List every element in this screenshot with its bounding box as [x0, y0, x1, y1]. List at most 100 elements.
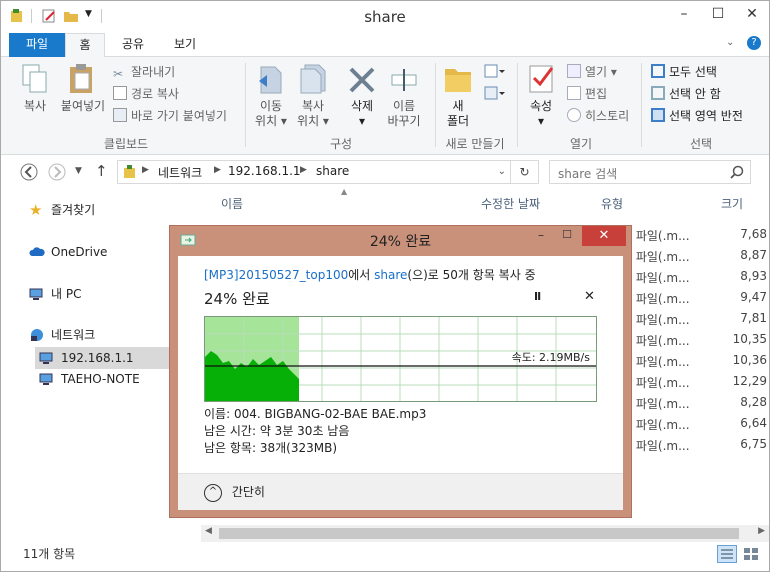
new-folder-button[interactable]: 새 폴더 [438, 99, 478, 129]
edit-button[interactable]: 편집 [567, 85, 607, 103]
maximize-button[interactable]: ☐ [703, 2, 733, 28]
horizontal-scrollbar[interactable]: ◀ ▶ [201, 525, 769, 542]
history-button[interactable]: 히스토리 [567, 107, 629, 125]
paste-icon [70, 64, 92, 93]
invert-selection-button[interactable]: 선택 영역 반전 [651, 107, 743, 125]
edit-label: 편집 [585, 87, 608, 101]
rename-label: 이름 [392, 99, 416, 113]
title-bar: ▼ share – ☐ ✕ [1, 1, 769, 33]
minimize-button[interactable]: – [669, 2, 699, 28]
scroll-left-icon[interactable]: ◀ [205, 526, 212, 536]
transfer-graph: 속도: 2.19MB/s [204, 316, 597, 402]
address-bar[interactable]: ▶ 네트워크 ▶ 192.168.1.1 ▶ share ⌄ [117, 160, 511, 184]
tab-file[interactable]: 파일 [9, 33, 65, 57]
new-item-icon[interactable] [483, 63, 505, 79]
delete-button[interactable]: 삭제 ▾ [342, 99, 382, 129]
collapse-label: 간단히 [231, 485, 265, 499]
scroll-right-icon[interactable]: ▶ [758, 526, 765, 536]
destination-folder-link[interactable]: share [374, 268, 407, 282]
cut-button[interactable]: ✂ 잘라내기 [113, 63, 175, 81]
tab-share[interactable]: 공유 [113, 33, 153, 57]
transfer-speed: 속도: 2.19MB/s [511, 351, 590, 364]
easy-access-icon[interactable] [483, 85, 505, 101]
copy-to-button[interactable]: 복사 위치 ▾ [293, 99, 333, 129]
computer-icon [39, 352, 53, 364]
group-open-label: 열기 [569, 137, 593, 151]
cancel-copy-button[interactable]: ✕ [584, 289, 595, 304]
up-icon[interactable]: ↑ [95, 162, 108, 180]
properties-check-icon [529, 65, 554, 93]
invert-selection-label: 선택 영역 반전 [669, 109, 743, 123]
help-icon[interactable]: ? [747, 36, 761, 50]
back-icon[interactable] [19, 162, 39, 182]
nav-host1-label: 192.168.1.1 [61, 351, 134, 365]
breadcrumb-separator-icon: ▶ [300, 165, 307, 175]
computer-icon [29, 288, 43, 300]
dialog-close-button[interactable]: ✕ [582, 226, 626, 246]
open-button[interactable]: 열기 ▾ [567, 63, 617, 81]
details-view-icon[interactable] [717, 545, 737, 563]
column-header-name[interactable]: 이름 [221, 195, 243, 212]
search-box[interactable]: share 검색 [549, 160, 751, 184]
select-none-button[interactable]: 선택 안 함 [651, 85, 721, 103]
path-icon [113, 86, 127, 100]
file-size: 7,68 [740, 227, 767, 241]
properties-sublabel: ▾ [537, 114, 545, 128]
select-all-button[interactable]: 모두 선택 [651, 63, 717, 81]
dialog-minimize-button[interactable]: – [531, 228, 551, 242]
group-new-label: 새로 만들기 [445, 137, 505, 151]
paste-button[interactable]: 붙여넣기 [57, 99, 109, 114]
move-to-button[interactable]: 이동 위치 ▾ [251, 99, 291, 129]
tab-view[interactable]: 보기 [163, 33, 207, 57]
paste-shortcut-button[interactable]: 바로 가기 붙여넣기 [113, 107, 227, 125]
nav-favorites-label: 즐겨찾기 [51, 203, 96, 217]
breadcrumb-separator-icon: ▶ [214, 165, 221, 175]
chevron-down-icon[interactable]: ⌄ [726, 37, 734, 48]
new-folder-sublabel: 폴더 [446, 114, 470, 128]
pause-button[interactable]: II [534, 290, 541, 303]
breadcrumb-share[interactable]: share [316, 164, 349, 178]
explorer-window: ▼ share – ☐ ✕ 파일 홈 공유 보기 ⌄ ? 복사 붙여넣기 ✂ 잘라… [0, 0, 770, 572]
nav-this-pc-label: 내 PC [51, 287, 82, 301]
new-folder-label: 새 [452, 99, 464, 113]
move-to-sublabel: 위치 ▾ [255, 114, 287, 128]
ribbon-divider [435, 63, 436, 147]
copy-path-button[interactable]: 경로 복사 [113, 85, 179, 103]
large-icons-view-icon[interactable] [741, 545, 761, 563]
close-button[interactable]: ✕ [737, 2, 767, 28]
copy-button[interactable]: 복사 [13, 99, 57, 114]
search-input[interactable]: share 검색 [558, 165, 617, 182]
breadcrumb-host[interactable]: 192.168.1.1 [228, 164, 301, 178]
rename-button[interactable]: 이름 바꾸기 [384, 99, 424, 129]
cut-label: 잘라내기 [131, 65, 176, 79]
chevron-down-icon[interactable]: ⌄ [498, 166, 506, 177]
column-header-type[interactable]: 유형 [601, 195, 623, 212]
properties-button[interactable]: 속성 ▾ [521, 99, 561, 129]
scrollbar-thumb[interactable] [219, 528, 739, 539]
window-title: share [364, 8, 406, 26]
network-icon [31, 329, 43, 341]
star-icon: ★ [29, 201, 43, 219]
recent-locations-icon[interactable]: ▼ [75, 166, 82, 176]
copy-description: [MP3]20150527_top100에서 share(으)로 50개 항목 … [204, 266, 536, 283]
forward-icon[interactable] [47, 162, 67, 182]
edit-icon [567, 86, 581, 100]
breadcrumb-separator-icon: ▶ [142, 165, 149, 175]
file-size: 8,87 [740, 248, 767, 262]
column-header-modified[interactable]: 수정한 날짜 [481, 195, 540, 212]
ribbon-tabs: 파일 홈 공유 보기 ⌄ ? [1, 33, 769, 58]
collapse-details-button[interactable]: ^ 간단히 [204, 482, 265, 502]
shortcut-icon [113, 108, 127, 122]
cloud-icon [29, 247, 45, 256]
column-header-size[interactable]: 크기 [721, 195, 743, 212]
select-all-label: 모두 선택 [669, 65, 717, 79]
breadcrumb-network[interactable]: 네트워크 [158, 164, 202, 181]
search-icon[interactable] [730, 165, 744, 179]
dialog-maximize-button[interactable]: ☐ [557, 228, 577, 241]
source-folder-link[interactable]: [MP3]20150527_top100 [204, 268, 348, 282]
group-organize-label: 구성 [329, 137, 353, 151]
copy-details: 이름: 004. BIGBANG-02-BAE BAE.mp3 남은 시간: 약… [204, 406, 426, 457]
tab-home[interactable]: 홈 [65, 33, 105, 58]
ribbon-divider [245, 63, 246, 147]
refresh-button[interactable]: ↻ [511, 160, 539, 184]
